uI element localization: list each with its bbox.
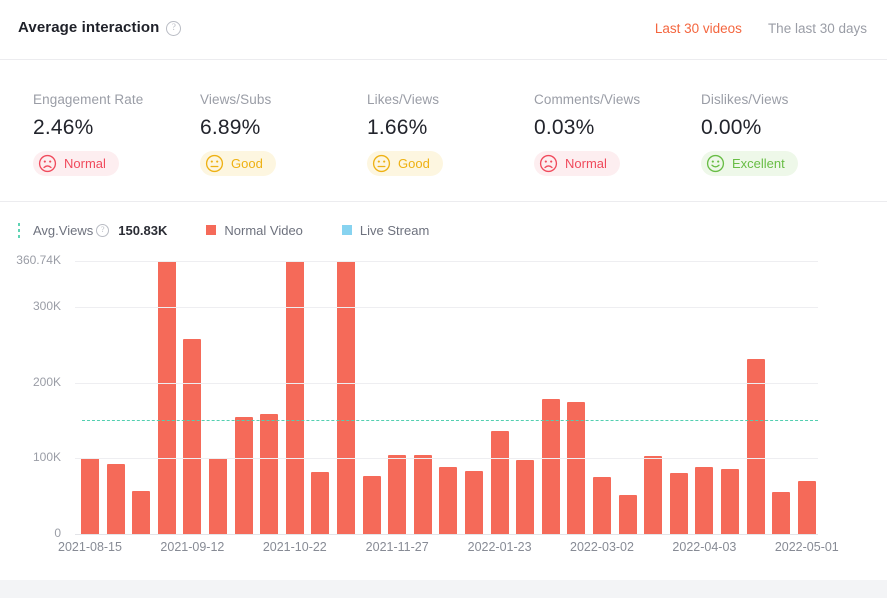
bar[interactable] bbox=[132, 491, 150, 534]
status-badge: Normal bbox=[33, 151, 119, 176]
bar[interactable] bbox=[798, 481, 816, 534]
x-axis-tick-label: 2021-09-12 bbox=[160, 540, 224, 554]
bar[interactable] bbox=[260, 414, 278, 534]
bar[interactable] bbox=[158, 261, 176, 534]
status-badge-label: Normal bbox=[565, 156, 607, 171]
metric-value: 0.03% bbox=[534, 116, 701, 140]
bar-chart-plot: 0100K200K300K360.74K2021-08-152021-09-12… bbox=[0, 202, 887, 580]
metric-dislikes-views: Dislikes/Views 0.00% Excellent bbox=[701, 61, 868, 201]
bar[interactable] bbox=[747, 359, 765, 534]
question-mark-circle-icon[interactable]: ? bbox=[166, 21, 181, 36]
x-axis-tick-label: 2022-05-01 bbox=[775, 540, 839, 554]
tab-last-30-days[interactable]: The last 30 days bbox=[768, 21, 867, 36]
neutral-face-icon bbox=[372, 154, 391, 173]
x-axis-tick-label: 2022-04-03 bbox=[672, 540, 736, 554]
metric-value: 1.66% bbox=[367, 116, 534, 140]
bar[interactable] bbox=[619, 495, 637, 534]
x-axis-line bbox=[75, 534, 818, 535]
x-axis-tick-label: 2021-10-22 bbox=[263, 540, 327, 554]
bar[interactable] bbox=[721, 469, 739, 534]
metric-value: 2.46% bbox=[33, 116, 200, 140]
bar[interactable] bbox=[337, 261, 355, 534]
bar[interactable] bbox=[644, 456, 662, 534]
x-axis-tick-label: 2021-08-15 bbox=[58, 540, 122, 554]
status-badge: Good bbox=[367, 151, 443, 176]
bar[interactable] bbox=[695, 467, 713, 534]
status-badge-label: Good bbox=[398, 156, 430, 171]
x-axis-tick-label: 2022-01-23 bbox=[468, 540, 532, 554]
status-badge: Good bbox=[200, 151, 276, 176]
status-badge: Normal bbox=[534, 151, 620, 176]
bar[interactable] bbox=[670, 473, 688, 534]
gridline bbox=[75, 458, 818, 459]
bar[interactable] bbox=[465, 471, 483, 534]
metric-label: Views/Subs bbox=[200, 92, 367, 107]
card-header: Average interaction ? Last 30 videos The… bbox=[0, 0, 887, 60]
page-title: Average interaction bbox=[18, 19, 159, 36]
metric-engagement-rate: Engagement Rate 2.46% Normal bbox=[33, 61, 200, 201]
next-section-placeholder bbox=[0, 598, 887, 603]
bar-series-container bbox=[75, 202, 818, 580]
metrics-row: Engagement Rate 2.46% Normal Views/Subs … bbox=[0, 61, 887, 202]
smiling-face-icon bbox=[706, 154, 725, 173]
average-interaction-card: Average interaction ? Last 30 videos The… bbox=[0, 0, 887, 603]
chart-panel: Avg.Views ? 150.83K Normal Video Live St… bbox=[0, 202, 887, 580]
gridline bbox=[75, 307, 818, 308]
bar[interactable] bbox=[286, 261, 304, 534]
bar[interactable] bbox=[414, 455, 432, 534]
gridline bbox=[75, 383, 818, 384]
bar[interactable] bbox=[107, 464, 125, 534]
bar[interactable] bbox=[772, 492, 790, 534]
bar[interactable] bbox=[516, 460, 534, 534]
metric-label: Dislikes/Views bbox=[701, 92, 868, 107]
frowning-face-icon bbox=[38, 154, 57, 173]
x-axis-tick-label: 2021-11-27 bbox=[366, 540, 429, 554]
gridline bbox=[75, 261, 818, 262]
bar[interactable] bbox=[439, 467, 457, 534]
bar[interactable] bbox=[491, 431, 509, 534]
bar[interactable] bbox=[183, 339, 201, 534]
neutral-face-icon bbox=[205, 154, 224, 173]
status-badge-label: Excellent bbox=[732, 156, 785, 171]
page-background-strip bbox=[0, 580, 887, 598]
metric-label: Comments/Views bbox=[534, 92, 701, 107]
metric-label: Likes/Views bbox=[367, 92, 534, 107]
bar[interactable] bbox=[567, 402, 585, 534]
bar[interactable] bbox=[311, 472, 329, 534]
metric-views-subs: Views/Subs 6.89% Good bbox=[200, 61, 367, 201]
header-title-group: Average interaction ? bbox=[18, 19, 181, 36]
bar[interactable] bbox=[81, 458, 99, 534]
bar[interactable] bbox=[388, 455, 406, 534]
tab-last-30-videos[interactable]: Last 30 videos bbox=[655, 21, 742, 36]
x-axis-tick-label: 2022-03-02 bbox=[570, 540, 634, 554]
status-badge-label: Normal bbox=[64, 156, 106, 171]
metric-value: 0.00% bbox=[701, 116, 868, 140]
average-views-line bbox=[82, 420, 818, 421]
metric-value: 6.89% bbox=[200, 116, 367, 140]
metric-likes-views: Likes/Views 1.66% Good bbox=[367, 61, 534, 201]
bar[interactable] bbox=[209, 458, 227, 534]
bar[interactable] bbox=[363, 476, 381, 534]
metric-comments-views: Comments/Views 0.03% Normal bbox=[534, 61, 701, 201]
status-badge: Excellent bbox=[701, 151, 798, 176]
metric-label: Engagement Rate bbox=[33, 92, 200, 107]
bar[interactable] bbox=[235, 417, 253, 534]
range-toggle-group: Last 30 videos The last 30 days bbox=[655, 21, 867, 36]
bar[interactable] bbox=[593, 477, 611, 535]
status-badge-label: Good bbox=[231, 156, 263, 171]
frowning-face-icon bbox=[539, 154, 558, 173]
